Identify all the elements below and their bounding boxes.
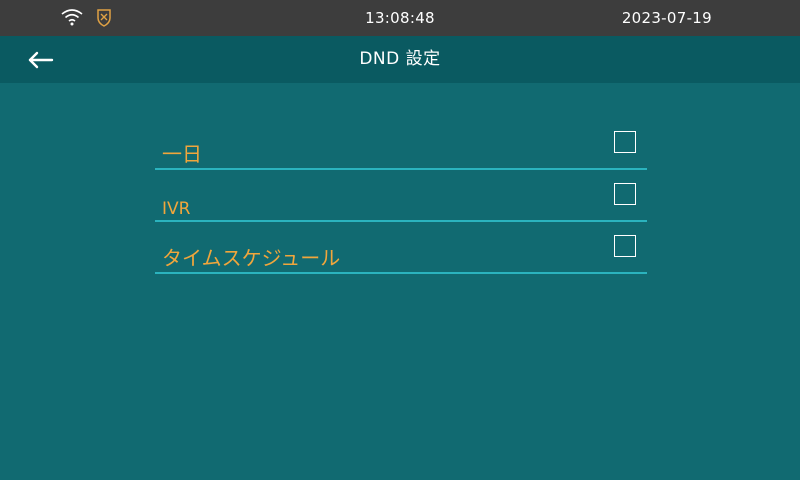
option-divider [155,272,647,274]
screen: 13:08:48 2023-07-19 DND 設定 一日 IVR タイムスケジ… [0,0,800,480]
option-row-time-schedule[interactable]: タイムスケジュール [155,222,647,274]
option-row-ivr[interactable]: IVR [155,170,647,222]
option-label-time-schedule: タイムスケジュール [162,246,341,270]
option-checkbox-one-day[interactable] [614,131,636,153]
dnd-options-list: 一日 IVR タイムスケジュール [155,118,647,274]
option-checkbox-time-schedule[interactable] [614,235,636,257]
status-date: 2023-07-19 [621,9,712,27]
option-label-ivr: IVR [162,199,191,219]
shield-icon [96,7,112,27]
option-checkbox-ivr[interactable] [614,183,636,205]
option-label-one-day: 一日 [162,142,202,166]
header-bar: DND 設定 [0,36,800,83]
arrow-left-icon [24,51,60,78]
option-row-one-day[interactable]: 一日 [155,118,647,170]
status-icons [60,7,112,27]
status-bar: 13:08:48 2023-07-19 [0,0,800,36]
back-button[interactable] [24,46,60,74]
page-title: DND 設定 [359,49,441,69]
wifi-icon [60,7,84,27]
